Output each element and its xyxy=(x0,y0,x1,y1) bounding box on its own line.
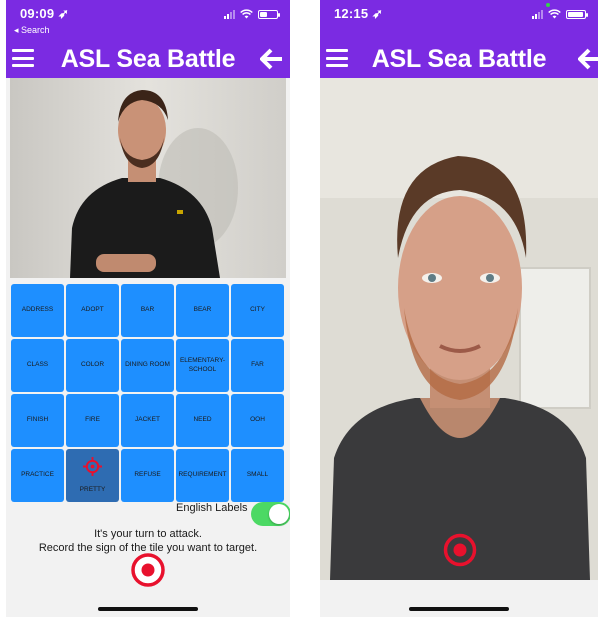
tile[interactable]: BAR xyxy=(121,284,174,337)
phone-screen-right: 12:15 ➶ ASL Sea Battle xyxy=(320,0,598,617)
tile[interactable]: JACKET xyxy=(121,394,174,447)
tile-label: SMALL xyxy=(246,471,269,479)
wifi-icon xyxy=(548,9,561,19)
tile-label: ELEMENTARY-SCHOOL xyxy=(179,357,226,373)
tile[interactable]: COLOR xyxy=(66,339,119,392)
tile-label: DINING ROOM xyxy=(125,361,170,369)
tile[interactable]: FINISH xyxy=(11,394,64,447)
tile-label: ADDRESS xyxy=(21,306,54,314)
status-time: 12:15 ➶ xyxy=(334,6,384,21)
tile[interactable]: BEAR xyxy=(176,284,229,337)
tile[interactable]: ADDRESS xyxy=(11,284,64,337)
tile-label: OOH xyxy=(250,416,265,424)
sign-video xyxy=(10,78,286,278)
status-bar: 12:15 ➶ xyxy=(320,0,598,40)
tile[interactable]: CITY xyxy=(231,284,284,337)
signal-icon xyxy=(532,9,543,19)
english-labels-toggle[interactable] xyxy=(251,502,290,526)
tile-label: PRACTICE xyxy=(21,471,54,479)
tile-label: REFUSE xyxy=(134,471,161,479)
home-indicator[interactable] xyxy=(409,607,509,611)
tile-targeted[interactable]: PRETTY xyxy=(66,449,119,502)
sign-tile-grid: ADDRESS ADOPT BAR BEAR CITY CLASS COLOR … xyxy=(11,284,286,502)
tile[interactable]: CLASS xyxy=(11,339,64,392)
crosshair-icon xyxy=(83,457,102,476)
tile-label: NEED xyxy=(193,416,212,424)
turn-message: It's your turn to attack. Record the sig… xyxy=(6,527,290,555)
tile-label: BAR xyxy=(140,306,155,314)
tile-label: ADOPT xyxy=(81,306,104,314)
tile-label: FAR xyxy=(251,361,264,369)
tile-label: REQUIREMENT xyxy=(178,471,227,479)
battery-icon xyxy=(566,9,588,19)
camera-in-use-dot xyxy=(546,3,550,7)
tile-label: FIRE xyxy=(85,416,100,424)
tile[interactable]: ADOPT xyxy=(66,284,119,337)
tile[interactable]: FIRE xyxy=(66,394,119,447)
toggle-knob xyxy=(269,504,289,524)
status-icons xyxy=(224,9,280,19)
tile-label: CLASS xyxy=(26,361,49,369)
tile-label: CITY xyxy=(250,306,265,314)
nav-bar: ASL Sea Battle xyxy=(6,40,290,78)
back-arrow-icon[interactable] xyxy=(260,47,284,71)
camera-preview xyxy=(320,78,598,580)
bottom-area xyxy=(320,580,598,617)
tile[interactable]: REFUSE xyxy=(121,449,174,502)
tile[interactable]: FAR xyxy=(231,339,284,392)
tile[interactable]: SMALL xyxy=(231,449,284,502)
status-icons xyxy=(532,9,588,19)
signal-icon xyxy=(224,9,235,19)
tile-label: BEAR xyxy=(193,306,212,314)
page-title: ASL Sea Battle xyxy=(60,45,236,73)
tile-label: FINISH xyxy=(26,416,49,424)
tile[interactable]: NEED xyxy=(176,394,229,447)
target-icon[interactable] xyxy=(443,533,477,567)
tile-label: COLOR xyxy=(80,361,105,369)
turn-message-line-1: It's your turn to attack. xyxy=(94,528,202,540)
back-to-search-link[interactable]: ◂ Search xyxy=(14,25,50,36)
tile[interactable]: DINING ROOM xyxy=(121,339,174,392)
tile[interactable]: OOH xyxy=(231,394,284,447)
status-bar: 09:09 ➶ ◂ Search xyxy=(6,0,290,40)
battery-icon xyxy=(258,9,280,19)
english-labels-label: English Labels xyxy=(176,502,248,514)
page-title: ASL Sea Battle xyxy=(371,45,547,73)
tile[interactable]: ELEMENTARY-SCHOOL xyxy=(176,339,229,392)
nav-bar: ASL Sea Battle xyxy=(320,40,598,78)
wifi-icon xyxy=(240,9,253,19)
tile-label: PRETTY xyxy=(79,485,106,493)
status-time: 09:09 ➶ xyxy=(20,6,70,21)
tile-label: JACKET xyxy=(135,416,160,424)
phone-screen-left: 09:09 ➶ ◂ Search ASL Sea Battle ADDRESS … xyxy=(6,0,290,617)
back-arrow-icon[interactable] xyxy=(578,47,598,71)
tile[interactable]: PRACTICE xyxy=(11,449,64,502)
target-icon[interactable] xyxy=(131,553,165,587)
home-indicator[interactable] xyxy=(98,607,198,611)
tile[interactable]: REQUIREMENT xyxy=(176,449,229,502)
